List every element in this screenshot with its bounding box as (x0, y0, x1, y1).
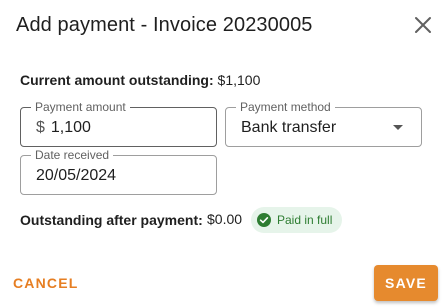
date-received-label: Date received (31, 148, 114, 162)
currency-prefix: $ (36, 119, 45, 136)
paid-status-text: Paid in full (277, 213, 333, 227)
dialog-title: Add payment - Invoice 20230005 (16, 14, 313, 36)
current-outstanding-row: Current amount outstanding: $1,100 (20, 72, 260, 88)
payment-amount-label: Payment amount (31, 100, 130, 114)
cancel-button[interactable]: CANCEL (13, 275, 79, 291)
current-outstanding-value: $1,100 (217, 72, 261, 88)
date-received-input[interactable]: 20/05/2024 (36, 166, 116, 186)
payment-amount-input[interactable]: 1,100 (51, 119, 91, 136)
paid-status-badge: Paid in full (251, 207, 343, 233)
payment-method-value: Bank transfer (241, 119, 337, 136)
date-received-field[interactable]: Date received 20/05/2024 (20, 148, 217, 195)
add-payment-dialog: Add payment - Invoice 20230005 Current a… (0, 0, 443, 308)
close-icon (415, 17, 431, 33)
check-circle-icon (257, 213, 271, 227)
current-outstanding-label: Current amount outstanding: (20, 72, 214, 88)
close-button[interactable] (410, 12, 436, 38)
save-button[interactable]: SAVE (374, 265, 438, 301)
dropdown-arrow-icon (393, 125, 403, 130)
outstanding-after-label: Outstanding after payment: (20, 212, 203, 228)
payment-method-select[interactable]: Payment method Bank transfer (225, 100, 422, 147)
payment-amount-value-wrap: $1,100 (36, 118, 91, 138)
outstanding-after-value: $0.00 (207, 211, 243, 227)
payment-method-label: Payment method (236, 100, 335, 114)
payment-amount-field[interactable]: Payment amount $1,100 (20, 100, 217, 147)
